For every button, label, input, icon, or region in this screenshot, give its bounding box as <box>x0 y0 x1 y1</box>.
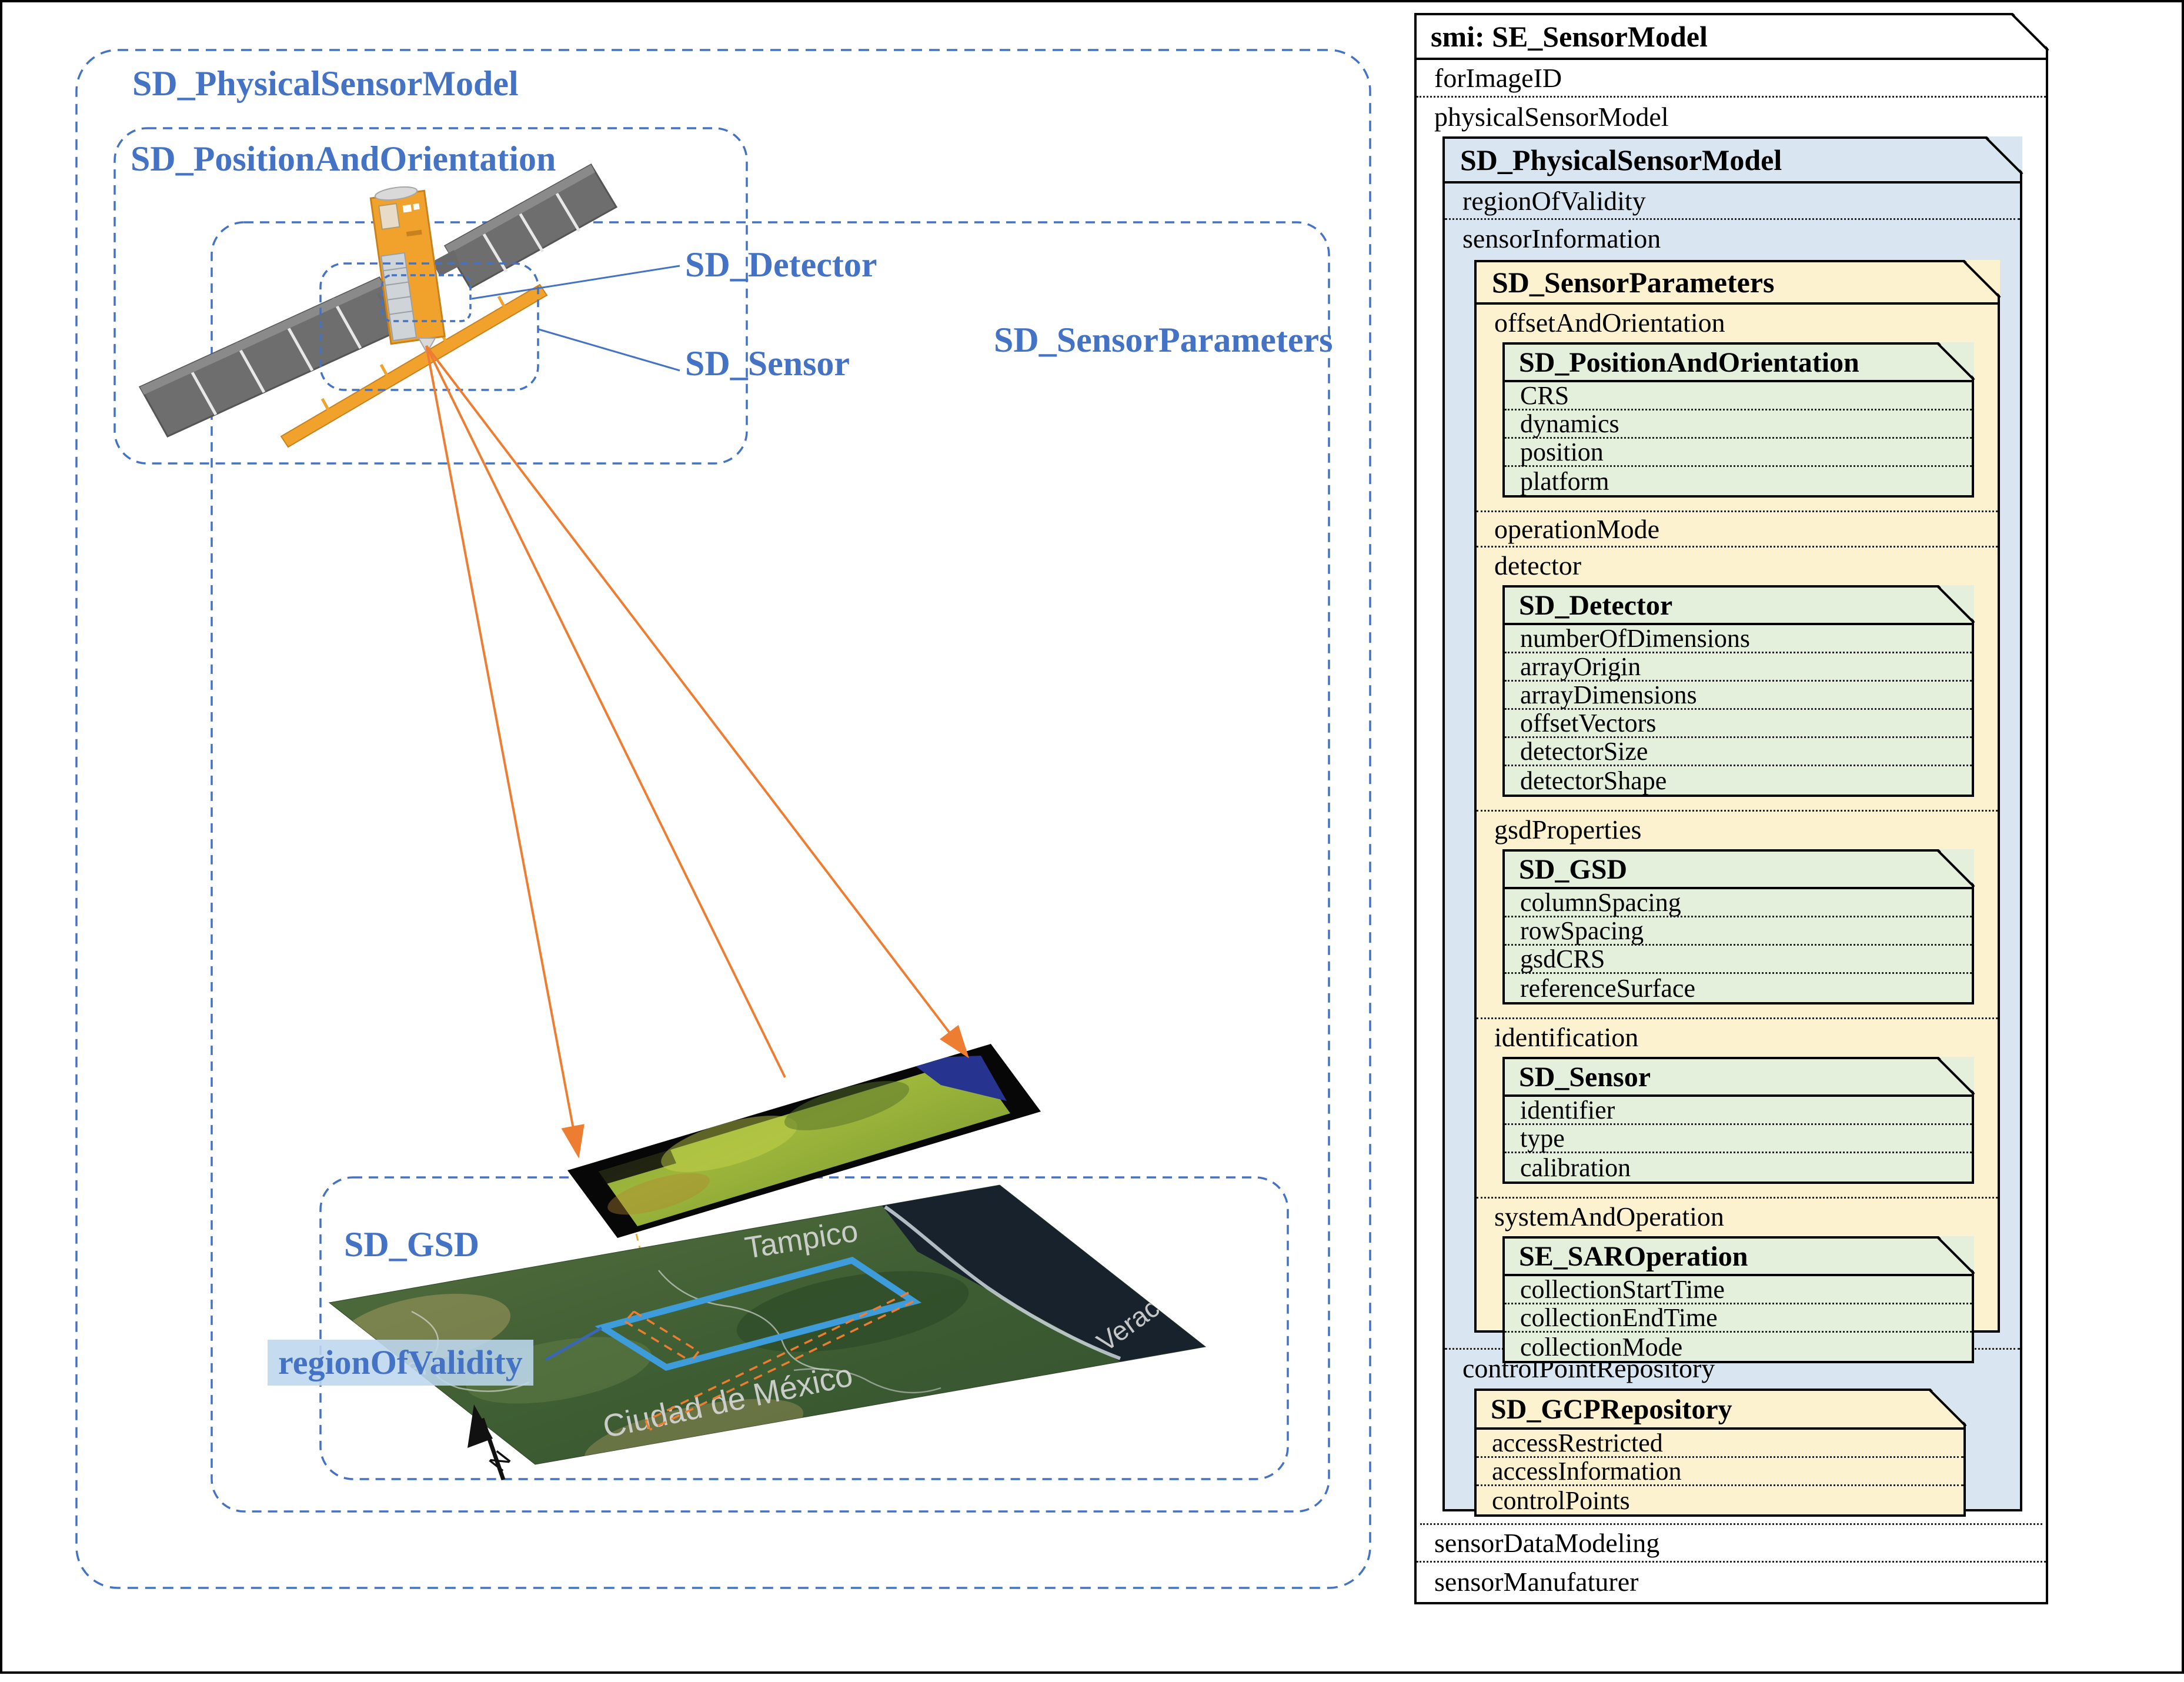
node-title: SE_SAROperation <box>1505 1239 1972 1276</box>
node-title: SD_GCPRepository <box>1477 1391 1963 1430</box>
attribute-row: gsdCRS <box>1505 946 1972 974</box>
row-physical-sensor-model: physicalSensorModel <box>1417 98 2046 135</box>
attribute-row: accessRestricted <box>1477 1430 1963 1458</box>
node-title: SD_PositionAndOrientation <box>1505 345 1972 382</box>
sensor-model-figure: México Tampico Querétaro Ciudad de Méxic… <box>0 0 2184 1682</box>
attribute-row: position <box>1505 439 1972 467</box>
node-title: SD_PhysicalSensorModel <box>1445 139 2020 183</box>
attribute-row: platform <box>1505 467 1972 495</box>
node-title: SD_SensorParameters <box>1477 262 1998 305</box>
sensor-node: SD_Sensor identifier type calibration <box>1502 1057 1974 1184</box>
right-ray-arrow <box>426 346 966 1054</box>
node-title: SD_Detector <box>1505 588 1972 625</box>
attribute-row: referenceSurface <box>1505 974 1972 1002</box>
sensor-label-connector <box>539 329 680 371</box>
attribute-row: detectorShape <box>1505 766 1972 795</box>
panel-title: smi: SE_SensorModel <box>1417 15 2046 60</box>
attribute-row: collectionStartTime <box>1505 1276 1972 1304</box>
sensor-parameters-node: SD_SensorParameters offsetAndOrientation… <box>1474 260 2000 1333</box>
attribute-row: numberOfDimensions <box>1505 625 1972 653</box>
attribute-row: identifier <box>1505 1097 1972 1125</box>
attribute-row: arrayDimensions <box>1505 682 1972 710</box>
attribute-row: collectionEndTime <box>1505 1304 1972 1333</box>
detector-node: SD_Detector numberOfDimensions arrayOrig… <box>1502 585 1974 797</box>
detector-label: SD_Detector <box>685 247 877 282</box>
row-sensor-information: sensorInformation <box>1445 220 2020 256</box>
attribute-row: arrayOrigin <box>1505 653 1972 682</box>
attribute-row: CRS <box>1505 382 1972 411</box>
row-offset-and-orientation: offsetAndOrientation <box>1477 305 1998 340</box>
position-and-orientation-label: SD_PositionAndOrientation <box>131 141 556 176</box>
gsd-label: SD_GSD <box>344 1227 479 1262</box>
sensor-parameters-label: SD_SensorParameters <box>994 322 1333 358</box>
attribute-row: collectionMode <box>1505 1333 1972 1361</box>
row-sensor-manufaturer: sensorManufaturer <box>1417 1563 2046 1600</box>
attribute-row: offsetVectors <box>1505 710 1972 738</box>
attribute-row: detectorSize <box>1505 738 1972 766</box>
node-title: SD_GSD <box>1505 852 1972 889</box>
separator <box>1477 1184 1998 1199</box>
attribute-row: controlPoints <box>1477 1486 1963 1514</box>
region-of-validity-label: regionOfValidity <box>268 1340 533 1386</box>
attribute-row: dynamics <box>1505 411 1972 439</box>
attribute-row: calibration <box>1505 1153 1972 1182</box>
sensor-label: SD_Sensor <box>685 346 850 381</box>
row-identification: identification <box>1477 1019 1998 1054</box>
physical-sensor-model-node: SD_PhysicalSensorModel regionOfValidity … <box>1442 136 2022 1511</box>
row-sensor-data-modeling: sensorDataModeling <box>1417 1525 2046 1563</box>
attribute-row: rowSpacing <box>1505 917 1972 946</box>
svg-text:N: N <box>483 1446 516 1477</box>
gcp-repository-node: SD_GCPRepository accessRestricted access… <box>1474 1389 1966 1517</box>
row-detector: detector <box>1477 548 1998 583</box>
physical-sensor-model-label: SD_PhysicalSensorModel <box>132 66 519 101</box>
row-system-and-operation: systemAndOperation <box>1477 1199 1998 1234</box>
position-and-orientation-node: SD_PositionAndOrientation CRS dynamics p… <box>1502 342 1974 498</box>
separator <box>1477 498 1998 512</box>
gsd-node: SD_GSD columnSpacing rowSpacing gsdCRS r… <box>1502 849 1974 1004</box>
node-title: SD_Sensor <box>1505 1059 1972 1097</box>
sensor-view-rays <box>426 346 966 1154</box>
sensor-model-panel: smi: SE_SensorModel forImageID physicalS… <box>1414 13 2048 1604</box>
attribute-row: accessInformation <box>1477 1458 1963 1486</box>
row-for-image-id: forImageID <box>1417 60 2046 98</box>
row-gsd-properties: gsdProperties <box>1477 812 1998 847</box>
separator <box>1477 797 1998 812</box>
row-operation-mode: operationMode <box>1477 512 1998 548</box>
sar-operation-node: SE_SAROperation collectionStartTime coll… <box>1502 1236 1974 1363</box>
attribute-row: columnSpacing <box>1505 889 1972 917</box>
left-ray-arrow <box>426 346 578 1154</box>
row-region-of-validity: regionOfValidity <box>1445 183 2020 220</box>
attribute-row: type <box>1505 1125 1972 1153</box>
satellite-left-solar-array <box>140 278 407 436</box>
separator <box>1477 1004 1998 1019</box>
